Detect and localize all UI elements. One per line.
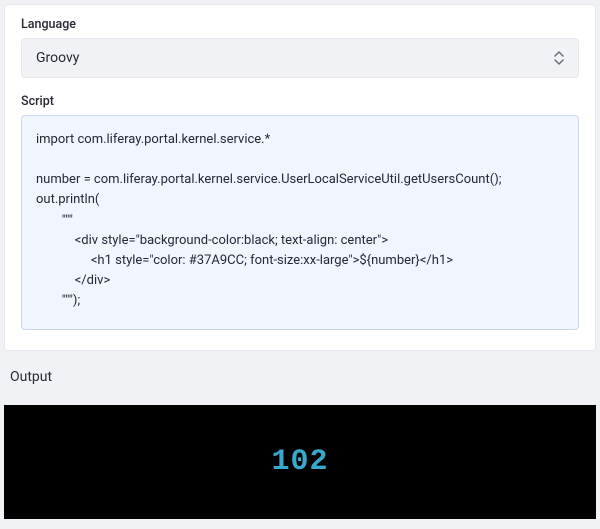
script-textarea[interactable]: import com.liferay.portal.kernel.service… [21,115,579,330]
language-label: Language [21,17,579,32]
output-value: 102 [271,445,328,479]
output-heading: Output [0,351,600,399]
output-container: 102 [4,405,596,519]
language-selected-value: Groovy [36,50,79,66]
script-panel: Language Groovy Script import com.lifera… [4,4,596,351]
select-sort-icon [554,51,566,65]
language-select[interactable]: Groovy [21,38,579,78]
script-label: Script [21,94,579,109]
